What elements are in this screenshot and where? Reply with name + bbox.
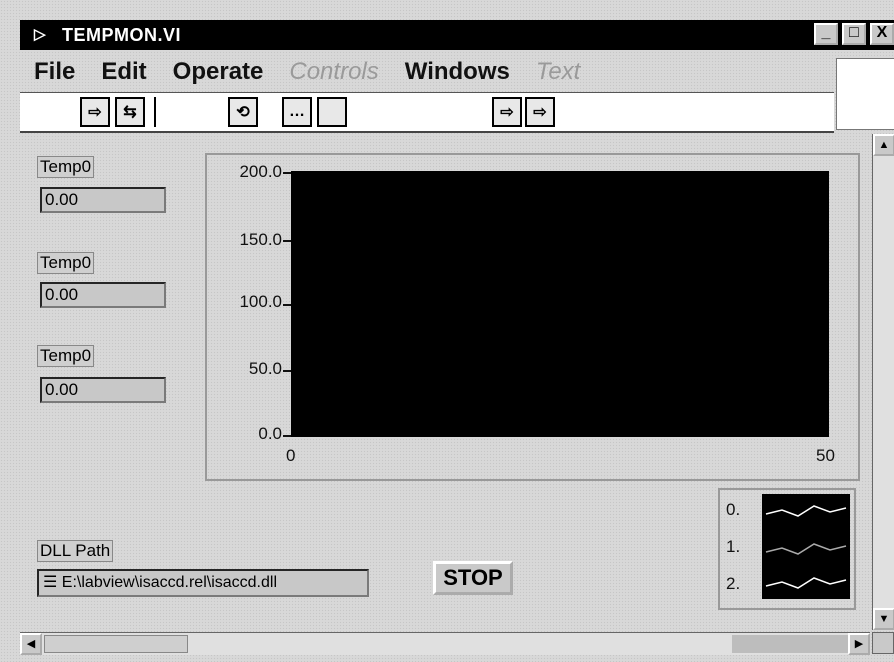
y-tick-mark (283, 240, 291, 242)
scroll-down-icon[interactable]: ▼ (873, 608, 894, 630)
x-tick-label: 0 (286, 446, 296, 465)
toolbar-divider (154, 97, 156, 127)
menu-windows[interactable]: Windows (405, 58, 510, 86)
step-icon[interactable] (317, 97, 347, 127)
help-window-area (836, 58, 894, 130)
title-bar[interactable]: ▷ TEMPMON.VI _ □ X (20, 20, 894, 50)
menu-file[interactable]: File (34, 58, 75, 86)
temp0-indicator-1: 0.00 (40, 187, 166, 213)
menu-text[interactable]: Text (536, 58, 580, 86)
close-button[interactable]: X (870, 23, 894, 45)
y-tick-label: 0.0 (258, 424, 282, 443)
run-continuous-icon[interactable]: ⇆ (115, 97, 145, 127)
menu-controls[interactable]: Controls (289, 58, 378, 86)
window-title: TEMPMON.VI (62, 24, 182, 45)
vertical-scrollbar[interactable]: ▲ ▼ (872, 134, 894, 630)
stop-button[interactable]: STOP (433, 561, 513, 595)
scroll-up-icon[interactable]: ▲ (873, 134, 894, 156)
step-into-icon[interactable]: ⇨ (492, 97, 522, 127)
temp0-label-3: Temp0 (37, 345, 95, 367)
path-browse-icon[interactable]: ☰ (43, 574, 57, 591)
step-over-icon[interactable]: ⇨ (525, 97, 555, 127)
temp0-label-2: Temp0 (37, 252, 95, 274)
legend-line-2 (765, 577, 847, 589)
legend-line-0 (765, 505, 847, 517)
temp0-indicator-2: 0.00 (40, 282, 166, 308)
scroll-right-icon[interactable]: ▶ (848, 633, 870, 655)
y-tick-mark (283, 435, 291, 437)
chart-plot-area (291, 171, 829, 437)
y-tick-label: 100.0 (239, 292, 282, 311)
pause-icon[interactable]: … (282, 97, 312, 127)
legend-entry-2: 2. (726, 574, 741, 593)
horizontal-scroll-thumb[interactable] (44, 635, 188, 653)
menu-bar: File Edit Operate Controls Windows Text (20, 55, 580, 89)
y-tick-label: 150.0 (239, 230, 282, 249)
legend-entry-0: 0. (726, 500, 741, 519)
legend-line-1 (765, 543, 847, 555)
temp0-label-1: Temp0 (37, 156, 95, 178)
y-tick-label: 50.0 (248, 359, 282, 378)
legend-swatches[interactable] (762, 494, 850, 599)
abort-icon[interactable]: ⟲ (228, 97, 258, 127)
y-tick-mark (283, 172, 291, 174)
run-icon[interactable]: ⇨ (80, 97, 110, 127)
legend-entry-1: 1. (726, 537, 741, 556)
labview-window: ▷ TEMPMON.VI _ □ X File Edit Operate Con… (0, 0, 894, 662)
horizontal-scrollbar[interactable]: ◀ ▶ (20, 632, 870, 655)
scroll-left-icon[interactable]: ◀ (20, 633, 42, 655)
dll-path-label: DLL Path (37, 540, 114, 562)
y-tick-mark (283, 370, 291, 372)
y-tick-label: 200.0 (239, 162, 282, 181)
menu-operate[interactable]: Operate (173, 58, 264, 86)
maximize-button[interactable]: □ (842, 23, 866, 45)
scroll-corner (872, 632, 894, 654)
horizontal-scroll-track (732, 635, 862, 653)
legend-swatch-svg (765, 505, 847, 589)
dll-path-field[interactable]: ☰ E:\labview\isaccd.rel\isaccd.dll (37, 569, 369, 597)
menu-edit[interactable]: Edit (101, 58, 146, 86)
temp0-indicator-3: 0.00 (40, 377, 166, 403)
y-tick-mark (283, 304, 291, 306)
dll-path-value: E:\labview\isaccd.rel\isaccd.dll (61, 574, 277, 591)
x-tick-label: 50 (816, 446, 835, 465)
minimize-button[interactable]: _ (814, 23, 838, 45)
labview-app-icon: ▷ (34, 26, 46, 43)
toolbar: ⇨ ⇆ ⟲ … ⇨ ⇨ (20, 92, 834, 133)
